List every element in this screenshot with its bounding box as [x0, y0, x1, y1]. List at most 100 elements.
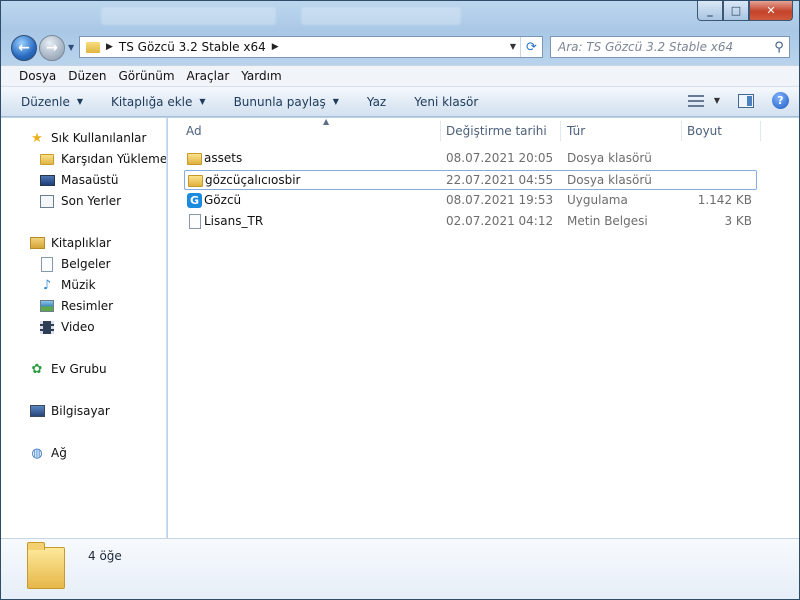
recent-places-icon [39, 193, 55, 209]
item-count: 4 öğe [88, 549, 122, 563]
minimize-button[interactable]: _ [697, 1, 723, 21]
nav-item-libraries[interactable]: Kitaplıklar [29, 233, 111, 253]
nav-item-music[interactable]: ♪ Müzik [39, 275, 96, 295]
file-row[interactable]: G Gözcü 08.07.2021 19:53 Uygulama 1.142 … [184, 191, 757, 211]
menu-tools[interactable]: Araçlar [181, 69, 236, 83]
folder-icon [86, 41, 100, 53]
organize-button[interactable]: Düzenle ▼ [21, 95, 83, 109]
file-row[interactable]: assets 08.07.2021 20:05 Dosya klasörü [184, 149, 757, 169]
burn-button[interactable]: Yaz [367, 95, 386, 109]
nav-label: Kitaplıklar [51, 236, 112, 250]
file-type: Uygulama [567, 193, 628, 207]
forward-button[interactable]: → [39, 35, 65, 61]
column-header-label: Ad [186, 124, 202, 138]
refresh-button[interactable]: ⟳ [520, 37, 542, 57]
chevron-down-icon: ▼ [332, 97, 339, 106]
nav-item-pictures[interactable]: Resimler [39, 296, 113, 316]
downloads-folder-icon [39, 151, 55, 167]
video-icon [39, 319, 55, 335]
command-bar: Düzenle ▼ Kitaplığa ekle ▼ Bununla payla… [1, 87, 799, 117]
music-icon: ♪ [42, 277, 52, 293]
add-to-library-label: Kitaplığa ekle [111, 94, 193, 109]
column-header-name[interactable]: Ad ▲ [186, 117, 441, 144]
documents-icon [39, 256, 55, 272]
menu-help[interactable]: Yardım [235, 69, 287, 83]
arrow-left-icon: ← [18, 40, 30, 56]
chevron-down-icon: ▼ [76, 97, 84, 106]
file-list: Ad ▲ Değiştirme tarihi Tür Boyut assets … [168, 117, 799, 538]
file-name: Lisans_TR [204, 214, 264, 228]
file-name: assets [204, 151, 243, 165]
background-taskbar-blur [301, 7, 461, 25]
close-button[interactable]: ✕ [749, 1, 793, 21]
column-divider[interactable] [440, 121, 441, 141]
share-with-button[interactable]: Bununla paylaş ▼ [234, 95, 339, 109]
column-divider[interactable] [560, 121, 561, 141]
column-header-size[interactable]: Boyut [687, 118, 757, 144]
nav-label: Resimler [61, 299, 114, 313]
nav-item-computer[interactable]: Bilgisayar [29, 401, 110, 421]
nav-label: Belgeler [61, 257, 111, 271]
breadcrumb-arrow-icon[interactable]: ▶ [272, 42, 279, 52]
menu-edit[interactable]: Düzen [62, 69, 112, 83]
column-divider[interactable] [760, 121, 761, 141]
explorer-window: _ □ ✕ ← → ▼ ▶ TS Gözcü 3.2 Stable x64 ▶ … [0, 0, 800, 600]
file-date: 02.07.2021 04:12 [446, 214, 554, 228]
column-divider[interactable] [681, 121, 682, 141]
arrow-right-icon: → [46, 40, 58, 56]
column-header-label: Değiştirme tarihi [446, 124, 547, 138]
nav-item-downloads[interactable]: Karşıdan Yüklemeler [39, 149, 167, 169]
nav-item-documents[interactable]: Belgeler [39, 254, 111, 274]
burn-label: Yaz [366, 94, 387, 109]
breadcrumb-current-folder[interactable]: TS Gözcü 3.2 Stable x64 [119, 40, 266, 54]
recent-pages-dropdown[interactable]: ▼ [68, 43, 74, 52]
menu-bar: Dosya Düzen Görünüm Araçlar Yardım [1, 65, 799, 87]
nav-label: Video [61, 320, 95, 334]
nav-label: Ağ [51, 446, 67, 460]
add-to-library-button[interactable]: Kitaplığa ekle ▼ [111, 95, 206, 109]
nav-item-desktop[interactable]: Masaüstü [39, 170, 118, 190]
address-bar[interactable]: ▶ TS Gözcü 3.2 Stable x64 ▶ ▼ ⟳ [79, 36, 543, 58]
file-name: gözcüçalıcıosbir [205, 173, 301, 187]
nav-item-recent-places[interactable]: Son Yerler [39, 191, 121, 211]
help-icon[interactable]: ? [772, 92, 789, 109]
file-row-selected[interactable]: gözcüçalıcıosbir 22.07.2021 04:55 Dosya … [184, 170, 757, 190]
view-options-icon[interactable] [687, 94, 704, 107]
view-dropdown-icon[interactable]: ▼ [714, 96, 720, 105]
preview-pane-icon[interactable] [738, 93, 754, 108]
computer-icon [29, 403, 45, 419]
file-date: 22.07.2021 04:55 [446, 173, 554, 187]
menu-view[interactable]: Görünüm [112, 69, 180, 83]
new-folder-label: Yeni klasör [414, 94, 479, 109]
nav-item-homegroup[interactable]: ✿ Ev Grubu [29, 359, 107, 379]
homegroup-icon: ✿ [31, 361, 43, 377]
breadcrumb-arrow-icon[interactable]: ▶ [106, 42, 113, 52]
nav-item-videos[interactable]: Video [39, 317, 95, 337]
chevron-down-icon: ▼ [199, 97, 206, 106]
column-header-date[interactable]: Değiştirme tarihi [446, 118, 561, 144]
pictures-icon [39, 298, 55, 314]
refresh-icon: ⟳ [526, 39, 537, 55]
nav-label: Bilgisayar [51, 404, 110, 418]
menu-file[interactable]: Dosya [13, 69, 62, 83]
window-controls: _ □ ✕ [697, 1, 793, 21]
view-controls: ▼ ? [687, 92, 789, 109]
nav-label: Karşıdan Yüklemeler [61, 152, 167, 166]
search-icon[interactable]: ⚲ [769, 40, 789, 55]
nav-label: Ev Grubu [51, 362, 107, 376]
app-icon: G [187, 193, 202, 208]
folder-icon [187, 151, 202, 166]
star-icon: ★ [31, 130, 43, 146]
file-row[interactable]: Lisans_TR 02.07.2021 04:12 Metin Belgesi… [184, 212, 757, 232]
column-header-type[interactable]: Tür [567, 118, 682, 144]
file-date: 08.07.2021 20:05 [446, 151, 554, 165]
search-box[interactable]: Ara: TS Gözcü 3.2 Stable x64 ⚲ [550, 36, 790, 58]
search-input[interactable]: Ara: TS Gözcü 3.2 Stable x64 [551, 40, 769, 54]
address-dropdown-icon[interactable]: ▼ [510, 42, 516, 51]
back-button[interactable]: ← [11, 35, 37, 61]
nav-item-favorites[interactable]: ★ Sık Kullanılanlar [29, 128, 146, 148]
nav-item-network[interactable]: ◍ Ağ [29, 443, 67, 463]
title-bar: _ □ ✕ [1, 1, 799, 31]
maximize-button[interactable]: □ [723, 1, 749, 21]
new-folder-button[interactable]: Yeni klasör [414, 95, 478, 109]
